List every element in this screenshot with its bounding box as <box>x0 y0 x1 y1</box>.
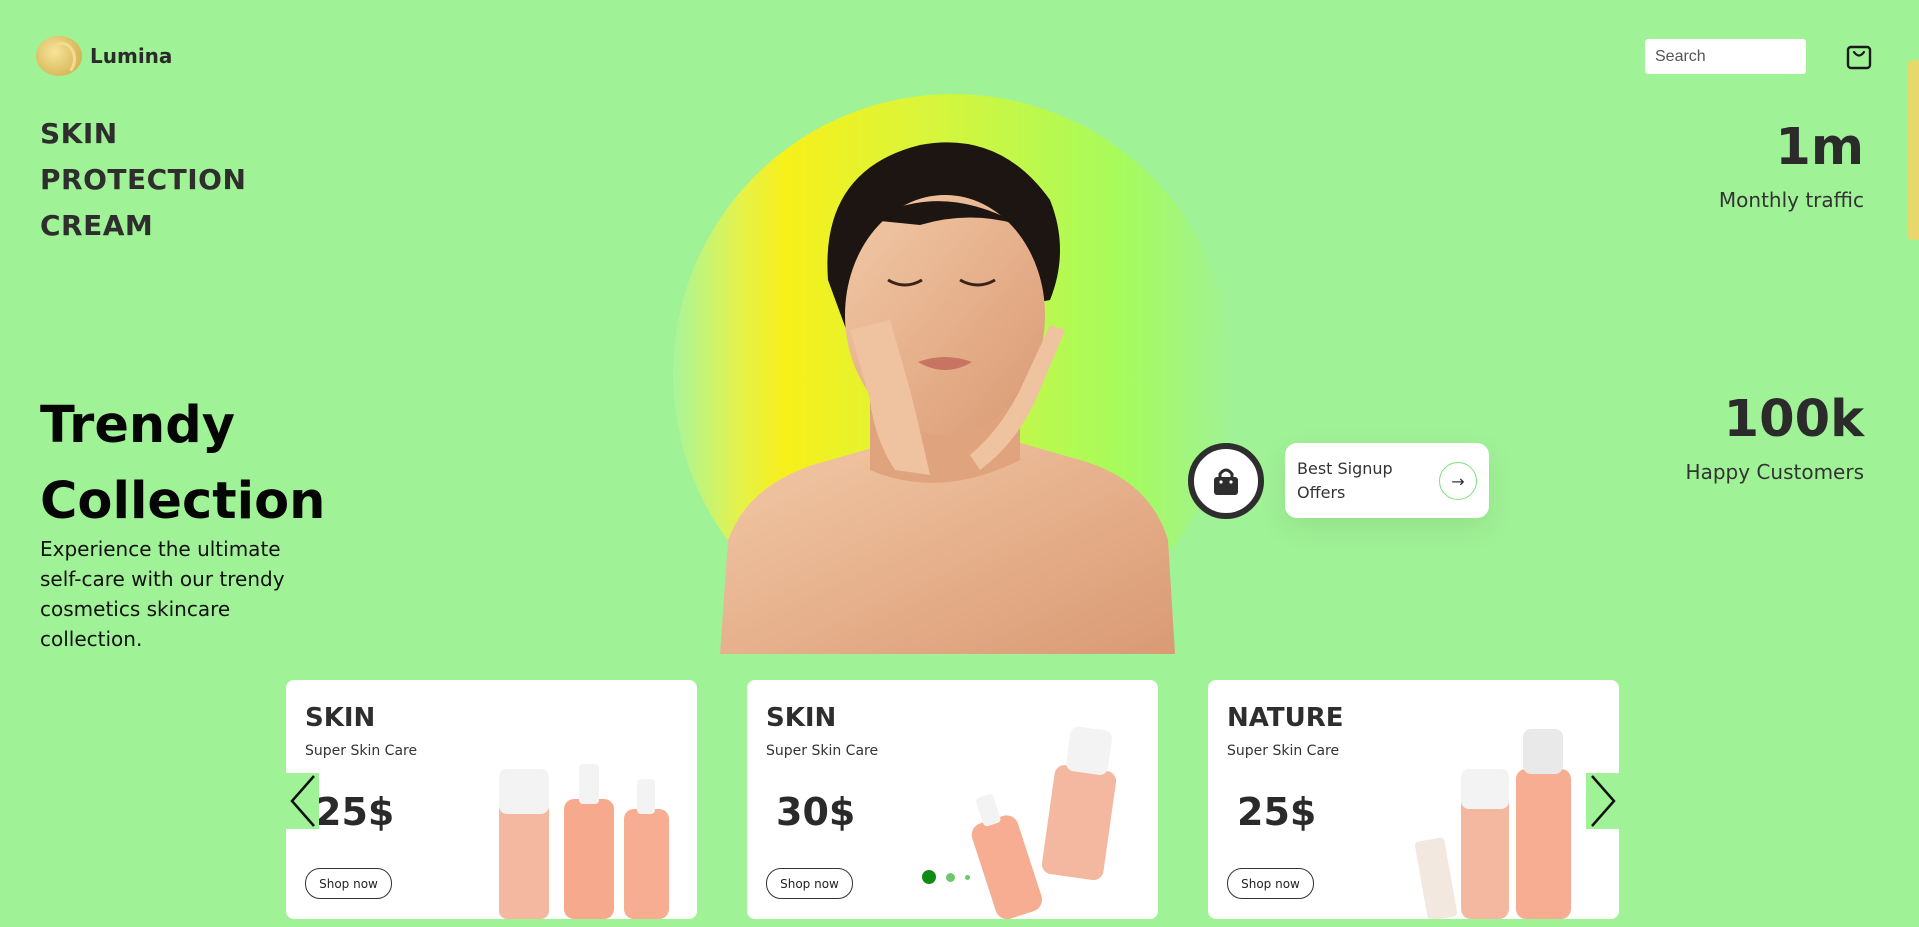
signup-bag-button[interactable] <box>1188 443 1264 519</box>
signup-offers-card[interactable]: Best Signup Offers → <box>1285 443 1489 518</box>
stat-monthly-traffic: 1m Monthly traffic <box>1719 118 1864 212</box>
shop-now-button[interactable]: Shop now <box>766 868 853 899</box>
headline-line: CREAM <box>40 209 154 242</box>
brand-name: Lumina <box>90 44 173 68</box>
card-subtitle: Super Skin Care <box>1227 743 1340 759</box>
trendy-collection-description: Experience the ultimate self-care with o… <box>40 537 285 651</box>
card-subtitle: Super Skin Care <box>766 743 879 759</box>
carousel-dot[interactable] <box>965 874 970 880</box>
title-line: Trendy <box>40 396 235 455</box>
card-price: 25$ <box>315 790 395 834</box>
chevron-left-icon <box>289 775 315 827</box>
product-card[interactable]: NATURE Super Skin Care 25$ Shop now <box>1208 680 1619 919</box>
card-price: 30$ <box>776 790 856 834</box>
search-input[interactable] <box>1645 39 1806 74</box>
trendy-collection-title: Trendy Collection <box>40 388 325 540</box>
arrow-right-icon[interactable]: → <box>1439 462 1477 500</box>
stat-label: Monthly traffic <box>1718 188 1864 212</box>
title-line: Collection <box>40 472 326 531</box>
headline-line: SKIN <box>40 117 118 150</box>
card-subtitle: Super Skin Care <box>305 743 418 759</box>
stat-value: 1m <box>1775 118 1864 177</box>
carousel-next-button[interactable] <box>1586 773 1619 829</box>
carousel-prev-button[interactable] <box>286 773 319 829</box>
card-title: SKIN <box>766 703 837 733</box>
stat-happy-customers: 100k Happy Customers <box>1686 390 1864 484</box>
shop-now-button[interactable]: Shop now <box>305 868 392 899</box>
product-bottles-image <box>1414 729 1571 919</box>
chevron-right-icon <box>1590 775 1616 827</box>
model-portrait-image <box>720 142 1175 654</box>
card-title: SKIN <box>305 703 376 733</box>
carousel-dot-active[interactable] <box>922 870 936 884</box>
carousel-dots <box>922 870 970 884</box>
lock-bag-icon <box>1214 468 1238 495</box>
logo-icon <box>36 36 82 76</box>
carousel-dot[interactable] <box>946 872 955 882</box>
headline-line: PROTECTION <box>40 163 247 196</box>
stat-value: 100k <box>1723 390 1864 449</box>
shopping-bag-icon[interactable] <box>1846 44 1872 70</box>
brand-logo[interactable]: Lumina <box>36 36 172 76</box>
hero-headline: SKIN PROTECTION CREAM <box>40 111 246 249</box>
scrollbar-thumb[interactable] <box>1907 60 1919 240</box>
shop-now-button[interactable]: Shop now <box>1227 868 1314 899</box>
product-card[interactable]: SKIN Super Skin Care 25$ Shop now <box>286 680 697 919</box>
card-title: NATURE <box>1227 703 1344 733</box>
card-price: 25$ <box>1237 790 1317 834</box>
signup-offers-text: Best Signup Offers <box>1297 458 1393 502</box>
scrollbar[interactable] <box>1907 0 1919 927</box>
product-bottles-image <box>971 726 1117 919</box>
product-bottles-image <box>499 764 669 919</box>
stat-label: Happy Customers <box>1685 460 1864 484</box>
